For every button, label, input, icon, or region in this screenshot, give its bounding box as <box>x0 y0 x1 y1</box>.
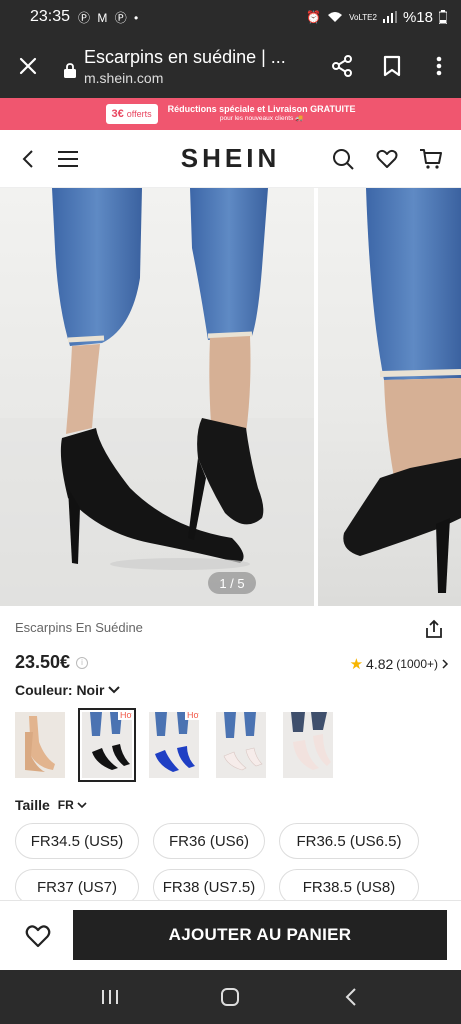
home-button[interactable] <box>200 977 260 1017</box>
share-button[interactable] <box>317 34 367 98</box>
size-selector: Taille FR <box>15 797 87 813</box>
status-icons: ⏰ VoLTE2 %18 <box>306 9 447 26</box>
close-icon <box>19 57 37 75</box>
product-price: 23.50€ i <box>15 652 89 673</box>
swatch-image <box>149 712 199 778</box>
header-actions <box>321 130 461 188</box>
star-icon: ★ <box>349 656 364 673</box>
size-label: Taille <box>15 797 50 813</box>
hot-badge: Hot <box>117 712 132 720</box>
swatch-image <box>82 712 132 778</box>
swatch-nude[interactable] <box>15 712 65 778</box>
back-icon <box>345 988 356 1006</box>
promo-text: Réductions spéciale et Livraison GRATUIT… <box>168 105 356 123</box>
swatch-black[interactable]: Hot <box>78 708 136 782</box>
price-value: 23.50€ <box>15 652 71 672</box>
coupon-text: offerts <box>126 109 152 119</box>
color-swatches: Hot Hot <box>15 708 333 782</box>
address-area[interactable]: Escarpins en suédine | ... m.shein.com <box>56 47 317 86</box>
swatch-image <box>216 712 266 778</box>
size-option[interactable]: FR36 (US6) <box>153 823 265 859</box>
hot-badge: Hot <box>184 712 199 720</box>
chevron-down-icon <box>77 802 87 809</box>
swatch-image <box>283 712 333 778</box>
rating-value: 4.82 <box>366 656 394 672</box>
heart-icon <box>25 924 51 947</box>
browser-toolbar: Escarpins en suédine | ... m.shein.com <box>0 34 461 98</box>
promo-banner[interactable]: 3€ offerts Réductions spéciale et Livrai… <box>0 98 461 130</box>
system-back-button[interactable] <box>321 977 381 1017</box>
notification-icons: Ⓟ M Ⓟ • <box>78 10 141 25</box>
wifi-icon <box>328 12 343 22</box>
page-title: Escarpins en suédine | ... <box>84 46 286 67</box>
chevron-left-icon <box>22 149 33 168</box>
cart-icon <box>420 148 442 169</box>
site-header: SHEIN <box>0 130 461 188</box>
chevron-down-icon <box>108 686 121 694</box>
promo-line-2-text: pour les nouveaux clients <box>219 115 294 123</box>
info-icon[interactable]: i <box>76 656 89 669</box>
system-navigation-bar <box>0 970 461 1024</box>
product-gallery[interactable]: 1 / 5 <box>0 188 461 606</box>
bottom-action-bar: AJOUTER AU PANIER <box>0 900 461 970</box>
swatch-white[interactable] <box>216 712 266 778</box>
back-button[interactable] <box>8 130 48 188</box>
size-system-dropdown[interactable]: FR <box>58 798 87 812</box>
size-system-value: FR <box>57 798 74 812</box>
promo-line-1: Réductions spéciale et Livraison GRATUIT… <box>167 104 356 115</box>
more-vert-icon <box>436 56 442 76</box>
truck-icon: 🚚 <box>295 115 304 123</box>
battery-level: %18 <box>402 8 433 26</box>
share-upload-icon <box>426 619 442 638</box>
menu-button[interactable] <box>48 130 88 188</box>
recent-apps-button[interactable] <box>80 977 140 1017</box>
status-bar: 23:35 Ⓟ M Ⓟ • ⏰ VoLTE2 %18 <box>0 0 461 34</box>
image-counter: 1 / 5 <box>208 572 256 594</box>
search-button[interactable] <box>321 130 365 188</box>
signal-icon <box>382 11 397 23</box>
wishlist-header-button[interactable] <box>365 130 409 188</box>
product-image <box>0 188 461 606</box>
page-url: m.shein.com <box>84 69 164 86</box>
swatch-image <box>15 712 65 778</box>
lock-icon <box>64 62 76 78</box>
share-icon <box>332 55 352 77</box>
alarm-icon: ⏰ <box>306 10 322 24</box>
more-menu-button[interactable] <box>417 34 461 98</box>
bookmark-button[interactable] <box>367 34 417 98</box>
swatch-pale-pink[interactable] <box>283 712 333 778</box>
product-rating[interactable]: ★ 4.82 (1000+) <box>350 655 449 673</box>
network-label: VoLTE2 <box>349 12 377 22</box>
size-options: FR34.5 (US5) FR36 (US6) FR36.5 (US6.5) F… <box>15 823 455 905</box>
color-selector[interactable]: Couleur: Noir <box>15 682 121 698</box>
product-title: Escarpins En Suédine <box>15 620 143 635</box>
recents-icon <box>102 990 119 1004</box>
swatch-blue[interactable]: Hot <box>149 712 199 778</box>
rating-count: (1000+) <box>396 657 438 671</box>
bookmark-icon <box>383 55 401 77</box>
battery-icon <box>439 10 447 24</box>
color-label: Couleur: Noir <box>15 682 105 698</box>
home-icon <box>221 988 240 1006</box>
hamburger-icon <box>58 150 78 167</box>
product-share-button[interactable] <box>425 619 443 644</box>
add-to-cart-button[interactable]: AJOUTER AU PANIER <box>73 910 447 960</box>
close-tab-button[interactable] <box>0 34 56 98</box>
search-icon <box>333 148 354 170</box>
size-option[interactable]: FR36.5 (US6.5) <box>279 823 419 859</box>
promo-coupon-badge: 3€ offerts <box>105 104 158 124</box>
cart-button[interactable] <box>409 130 453 188</box>
heart-icon <box>376 149 398 168</box>
clock: 23:35 <box>30 8 71 25</box>
add-to-wishlist-button[interactable] <box>0 901 76 971</box>
coupon-amount: 3€ <box>111 108 124 120</box>
chevron-right-icon <box>442 659 449 669</box>
size-option[interactable]: FR34.5 (US5) <box>15 823 139 859</box>
promo-line-2: pour les nouveaux clients 🚚 <box>168 116 356 123</box>
